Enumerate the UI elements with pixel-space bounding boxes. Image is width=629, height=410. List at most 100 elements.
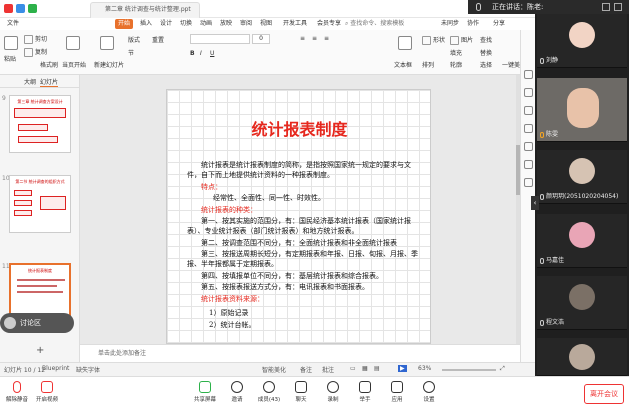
- slide-title[interactable]: 统计报表制度: [167, 116, 432, 140]
- help-icon[interactable]: [524, 178, 533, 187]
- play-slideshow-icon[interactable]: ▶: [398, 365, 407, 372]
- text-box-button[interactable]: 文本框: [394, 60, 412, 69]
- section-button[interactable]: 节: [128, 48, 134, 57]
- participant-tile[interactable]: 颜玥玥(2051020204054): [537, 150, 627, 204]
- align-center-button[interactable]: ≡: [312, 35, 317, 42]
- select-button[interactable]: 选择: [480, 60, 492, 69]
- new-slide-icon[interactable]: [100, 36, 114, 50]
- reading-view-icon[interactable]: ▤: [374, 365, 380, 372]
- menu-design[interactable]: 设计: [157, 19, 175, 29]
- participant-tile[interactable]: [537, 338, 627, 376]
- star-icon[interactable]: [524, 142, 533, 151]
- missing-font-button[interactable]: 缺失字体: [76, 365, 100, 374]
- record-button[interactable]: 录制: [316, 381, 350, 403]
- shape-button[interactable]: 形状: [422, 35, 445, 45]
- menu-developer[interactable]: 开发工具: [280, 19, 310, 29]
- menu-view[interactable]: 视图: [257, 19, 275, 29]
- outline-button[interactable]: 轮廓: [450, 60, 462, 69]
- comment-button[interactable]: 批注: [322, 365, 334, 374]
- participant-tile[interactable]: 刘静: [537, 14, 627, 68]
- mute-button[interactable]: 解除静音: [0, 381, 34, 403]
- sources-label[interactable]: 统计报表资料来源：: [201, 294, 433, 304]
- sync-status[interactable]: 未同步: [438, 19, 462, 29]
- new-slide-button[interactable]: 新建幻灯片: [94, 60, 124, 69]
- align-left-button[interactable]: ≡: [300, 35, 305, 42]
- slide-intro[interactable]: 统计报表是统计报表制度的简称，是指按照国家统一规定的要求与文件，自下而上地提供统…: [187, 160, 419, 180]
- discussion-button[interactable]: 讨论区: [0, 313, 74, 333]
- picture-button[interactable]: 图片: [450, 35, 473, 45]
- types-item[interactable]: 第二、按调查范围不同分，有：全面统计报表和非全面统计报表: [187, 238, 419, 248]
- minimize-icon[interactable]: [602, 3, 610, 11]
- tab-slides[interactable]: 幻灯片: [40, 77, 59, 87]
- types-item[interactable]: 第五、按报表报送方式分，有：电讯报表和书面报表。: [187, 282, 419, 292]
- security-icon[interactable]: [16, 4, 25, 13]
- paste-icon[interactable]: [4, 36, 18, 50]
- sorter-view-icon[interactable]: ▦: [362, 365, 368, 372]
- menu-animation[interactable]: 动画: [197, 19, 215, 29]
- types-item[interactable]: 第四、按填报单位不同分，有：基层统计报表和综合报表。: [187, 271, 419, 281]
- property-icon[interactable]: [524, 70, 533, 79]
- raise-hand-button[interactable]: 举手: [348, 381, 382, 403]
- add-slide-button[interactable]: +: [36, 345, 44, 356]
- layout-button[interactable]: 版式: [128, 35, 140, 44]
- underline-button[interactable]: U: [210, 50, 214, 57]
- text-box-icon[interactable]: [398, 36, 412, 50]
- notes-button[interactable]: 备注: [300, 365, 312, 374]
- search-command[interactable]: ⌕ 查找命令、搜索模板: [342, 19, 407, 29]
- participant-tile[interactable]: 程文浩: [537, 276, 627, 330]
- italic-button[interactable]: I: [200, 50, 202, 57]
- source-item[interactable]: 2）统计台帐。: [209, 320, 441, 330]
- font-name-select[interactable]: [190, 34, 250, 44]
- participant-video[interactable]: 陈雯: [537, 78, 627, 142]
- animation-icon[interactable]: [524, 106, 533, 115]
- chat-button[interactable]: 聊天: [284, 381, 318, 403]
- document-tab[interactable]: 第二章 统计调查与统计整理.ppt: [90, 2, 200, 18]
- settings-button[interactable]: 设置: [412, 381, 446, 403]
- arrange-button[interactable]: 排列: [422, 60, 434, 69]
- copy-button[interactable]: 复制: [24, 47, 47, 57]
- font-size-select[interactable]: 0: [252, 34, 270, 44]
- members-button[interactable]: 成员(43): [252, 381, 286, 403]
- backup-icon[interactable]: [524, 160, 533, 169]
- slide[interactable]: 统计报表制度 统计报表是统计报表制度的简称，是指按照国家统一规定的要求与文件，自…: [166, 89, 431, 344]
- invite-button[interactable]: 邀请: [220, 381, 254, 403]
- from-current-button[interactable]: 当页开始: [62, 60, 86, 69]
- leave-meeting-button[interactable]: 离开会议: [584, 384, 624, 404]
- collapse-panel-button[interactable]: ‹: [531, 196, 539, 210]
- menu-file[interactable]: 文件: [4, 19, 22, 29]
- menu-slideshow[interactable]: 放映: [217, 19, 235, 29]
- menu-review[interactable]: 审阅: [237, 19, 255, 29]
- apps-button[interactable]: 应用: [380, 381, 414, 403]
- paste-button[interactable]: 粘贴: [4, 54, 16, 63]
- share-screen-button[interactable]: 共享屏幕: [188, 381, 222, 403]
- types-label[interactable]: 统计报表的种类：: [201, 205, 433, 215]
- smart-beautify-button[interactable]: 智能美化: [262, 365, 286, 374]
- app-icon[interactable]: [4, 4, 13, 13]
- share-button[interactable]: 分享: [490, 19, 508, 29]
- format-painter-button[interactable]: 格式刷: [40, 60, 58, 69]
- source-item[interactable]: 1）原始记录: [209, 308, 441, 318]
- menu-transition[interactable]: 切换: [177, 19, 195, 29]
- edit-icon[interactable]: [524, 124, 533, 133]
- find-button[interactable]: 查找: [480, 35, 492, 44]
- notes-area[interactable]: 单击此处添加备注: [80, 344, 520, 362]
- collab-button[interactable]: 协作: [464, 19, 482, 29]
- shape-icon[interactable]: [524, 88, 533, 97]
- video-button[interactable]: 开启视频: [30, 381, 64, 403]
- types-item[interactable]: 第三、按报送周期长短分，有定期报表和年报、日报、旬报、月报、季报、半年报都属于定…: [187, 249, 419, 269]
- cut-button[interactable]: 剪切: [24, 34, 47, 44]
- participant-tile[interactable]: 马嘉佳: [537, 214, 627, 268]
- normal-view-icon[interactable]: ▭: [350, 365, 356, 372]
- align-right-button[interactable]: ≡: [324, 35, 329, 42]
- features-label[interactable]: 特点：: [201, 182, 433, 192]
- features-text[interactable]: 经常性、全面性、同一性、时效性。: [213, 193, 445, 203]
- tab-outline[interactable]: 大纲: [24, 77, 36, 86]
- replace-button[interactable]: 替换: [480, 48, 492, 57]
- fill-button[interactable]: 填充: [450, 48, 462, 57]
- play-icon[interactable]: [66, 36, 80, 50]
- menu-home[interactable]: 开始: [115, 19, 134, 29]
- fit-window-icon[interactable]: ⤢: [500, 365, 505, 373]
- zoom-slider[interactable]: [442, 369, 496, 371]
- zoom-level[interactable]: 63%: [418, 365, 431, 372]
- slide-thumbnail[interactable]: 第二节 统计调查的组织方式: [9, 175, 71, 233]
